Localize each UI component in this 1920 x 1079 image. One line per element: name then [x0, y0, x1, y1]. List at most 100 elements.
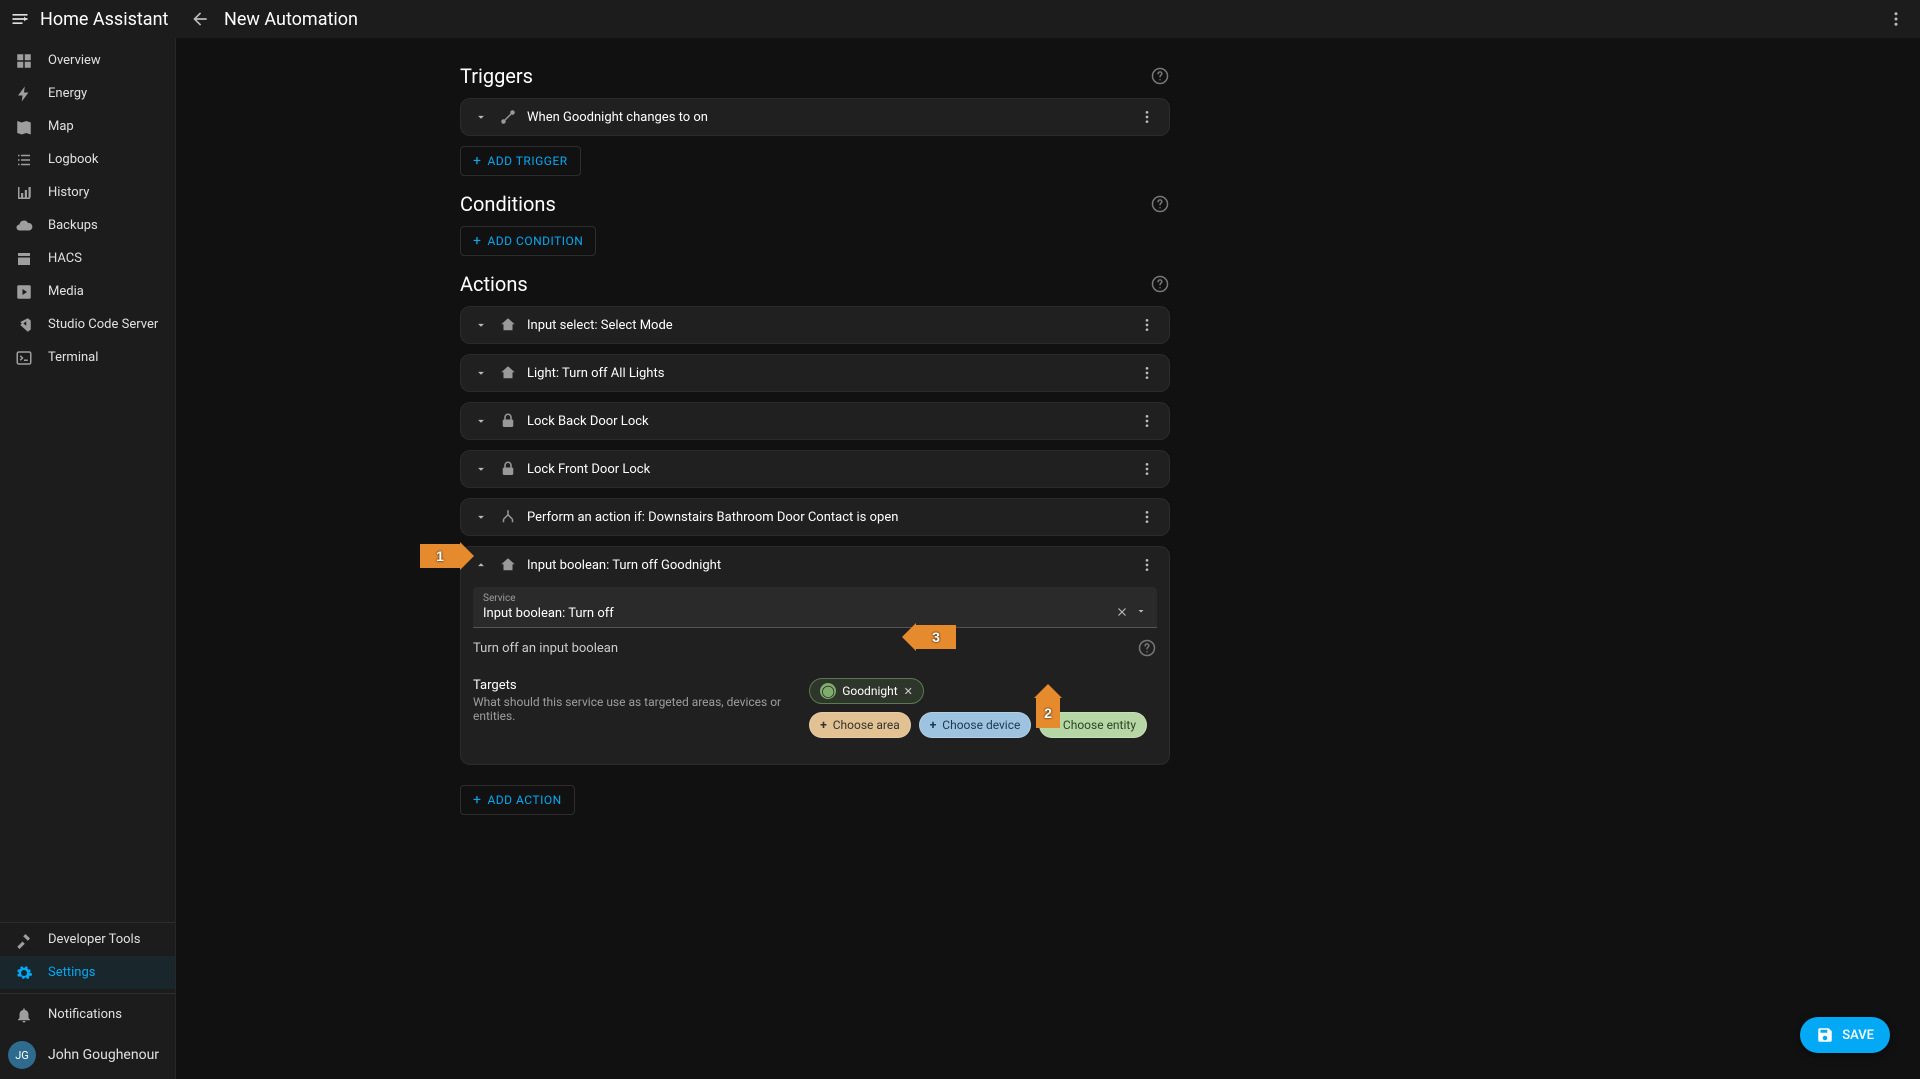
choose-device-chip[interactable]: + Choose device: [919, 712, 1032, 738]
sidebar-item-label: Settings: [48, 965, 95, 980]
user-name: John Goughenour: [48, 1047, 159, 1063]
action-row[interactable]: Lock Front Door Lock: [461, 451, 1169, 487]
section-triggers: Triggers: [460, 64, 1170, 88]
plus-icon: +: [473, 233, 481, 249]
sidebar-user[interactable]: JG John Goughenour: [0, 1031, 175, 1079]
page-title: New Automation: [224, 9, 358, 30]
row-menu-button[interactable]: [1135, 365, 1159, 381]
save-icon: [1816, 1026, 1834, 1044]
row-menu-button[interactable]: [1135, 109, 1159, 125]
menu-icon: [10, 9, 30, 29]
sidebar-item-label: History: [48, 185, 89, 200]
avatar: JG: [8, 1041, 36, 1069]
chip-label: Goodnight: [842, 684, 897, 698]
entity-dot-icon: ◯: [820, 683, 836, 699]
choose-area-chip[interactable]: + Choose area: [809, 712, 911, 738]
row-menu-button[interactable]: [1135, 509, 1159, 525]
dashboard-icon: [12, 52, 36, 70]
branch-icon: [497, 508, 519, 526]
chevron-down-icon: [471, 462, 491, 476]
service-description: Turn off an input boolean: [473, 641, 618, 656]
action-card: Lock Back Door Lock: [460, 402, 1170, 440]
sidebar-item-label: Overview: [48, 53, 101, 68]
add-condition-button[interactable]: + ADD CONDITION: [460, 226, 596, 256]
page-menu-button[interactable]: [1872, 10, 1920, 28]
sidebar-item-backups[interactable]: Backups: [0, 209, 175, 242]
hammer-icon: [12, 931, 36, 949]
action-row[interactable]: Input select: Select Mode: [461, 307, 1169, 343]
content: Triggers When Goodnight changes to on + …: [460, 38, 1170, 823]
sidebar-item-label: Map: [48, 119, 74, 134]
action-title: Input select: Select Mode: [527, 318, 1135, 333]
targets-subtitle: What should this service use as targeted…: [473, 695, 809, 723]
annotation-3: 3: [916, 625, 956, 649]
action-row[interactable]: Lock Back Door Lock: [461, 403, 1169, 439]
ha-icon: [497, 556, 519, 574]
save-label: SAVE: [1842, 1028, 1874, 1043]
menu-toggle-button[interactable]: [0, 0, 40, 38]
list-icon: [12, 151, 36, 169]
sidebar-item-history[interactable]: History: [0, 176, 175, 209]
sidebar-bottom: Developer Tools Settings Notifications J…: [0, 922, 175, 1079]
plus-icon: +: [930, 718, 937, 732]
terminal-icon: [12, 349, 36, 367]
chevron-down-icon: [471, 366, 491, 380]
action-title: Lock Front Door Lock: [527, 462, 1135, 477]
chip-label: Choose device: [942, 718, 1020, 732]
help-icon[interactable]: [1150, 66, 1170, 86]
action-row[interactable]: Light: Turn off All Lights: [461, 355, 1169, 391]
lock-icon: [497, 460, 519, 478]
service-select[interactable]: Service Input boolean: Turn off: [473, 587, 1157, 628]
action-card: Light: Turn off All Lights: [460, 354, 1170, 392]
sidebar-item-vscode[interactable]: Studio Code Server: [0, 308, 175, 341]
map-icon: [12, 118, 36, 136]
row-menu-button[interactable]: [1135, 317, 1159, 333]
row-menu-button[interactable]: [1135, 461, 1159, 477]
nav-primary: Overview Energy Map Logbook History Back…: [0, 38, 175, 374]
service-description-row: Turn off an input boolean: [473, 628, 1157, 668]
row-menu-button[interactable]: [1135, 413, 1159, 429]
action-row[interactable]: Perform an action if: Downstairs Bathroo…: [461, 499, 1169, 535]
section-title: Actions: [460, 272, 1150, 296]
state-icon: [497, 108, 519, 126]
clear-icon[interactable]: [1115, 605, 1129, 619]
sidebar-item-media[interactable]: Media: [0, 275, 175, 308]
sidebar-item-devtools[interactable]: Developer Tools: [0, 923, 175, 956]
add-trigger-button[interactable]: + ADD TRIGGER: [460, 146, 581, 176]
help-icon[interactable]: [1150, 274, 1170, 294]
action-title: Lock Back Door Lock: [527, 414, 1135, 429]
dropdown-icon[interactable]: [1135, 605, 1147, 619]
add-trigger-label: ADD TRIGGER: [487, 154, 567, 168]
section-title: Conditions: [460, 192, 1150, 216]
back-button[interactable]: [176, 9, 224, 29]
sidebar-item-label: Developer Tools: [48, 932, 140, 947]
sidebar-item-overview[interactable]: Overview: [0, 44, 175, 77]
lock-icon: [497, 412, 519, 430]
sidebar-item-energy[interactable]: Energy: [0, 77, 175, 110]
target-chip-goodnight[interactable]: ◯ Goodnight ✕: [809, 678, 924, 704]
row-menu-button[interactable]: [1135, 557, 1159, 573]
sidebar-item-label: Backups: [48, 218, 98, 233]
section-conditions: Conditions: [460, 192, 1170, 216]
help-icon[interactable]: [1137, 638, 1157, 658]
action-card: Lock Front Door Lock: [460, 450, 1170, 488]
remove-chip-icon[interactable]: ✕: [904, 685, 913, 698]
sidebar-item-map[interactable]: Map: [0, 110, 175, 143]
section-actions: Actions: [460, 272, 1170, 296]
sidebar-item-settings[interactable]: Settings: [0, 956, 175, 989]
sidebar-item-notifications[interactable]: Notifications: [0, 998, 175, 1031]
save-button[interactable]: SAVE: [1800, 1017, 1890, 1053]
sidebar-item-hacs[interactable]: HACS: [0, 242, 175, 275]
plus-icon: +: [473, 792, 481, 808]
sidebar-item-terminal[interactable]: Terminal: [0, 341, 175, 374]
help-icon[interactable]: [1150, 194, 1170, 214]
trigger-card: When Goodnight changes to on: [460, 98, 1170, 136]
action-card: Perform an action if: Downstairs Bathroo…: [460, 498, 1170, 536]
annotation-1: 1: [420, 544, 460, 568]
sidebar-item-label: Terminal: [48, 350, 98, 365]
action-row[interactable]: Input boolean: Turn off Goodnight: [461, 547, 1169, 583]
targets-title: Targets: [473, 678, 809, 693]
sidebar-item-logbook[interactable]: Logbook: [0, 143, 175, 176]
add-action-button[interactable]: + ADD ACTION: [460, 785, 575, 815]
trigger-row[interactable]: When Goodnight changes to on: [461, 99, 1169, 135]
